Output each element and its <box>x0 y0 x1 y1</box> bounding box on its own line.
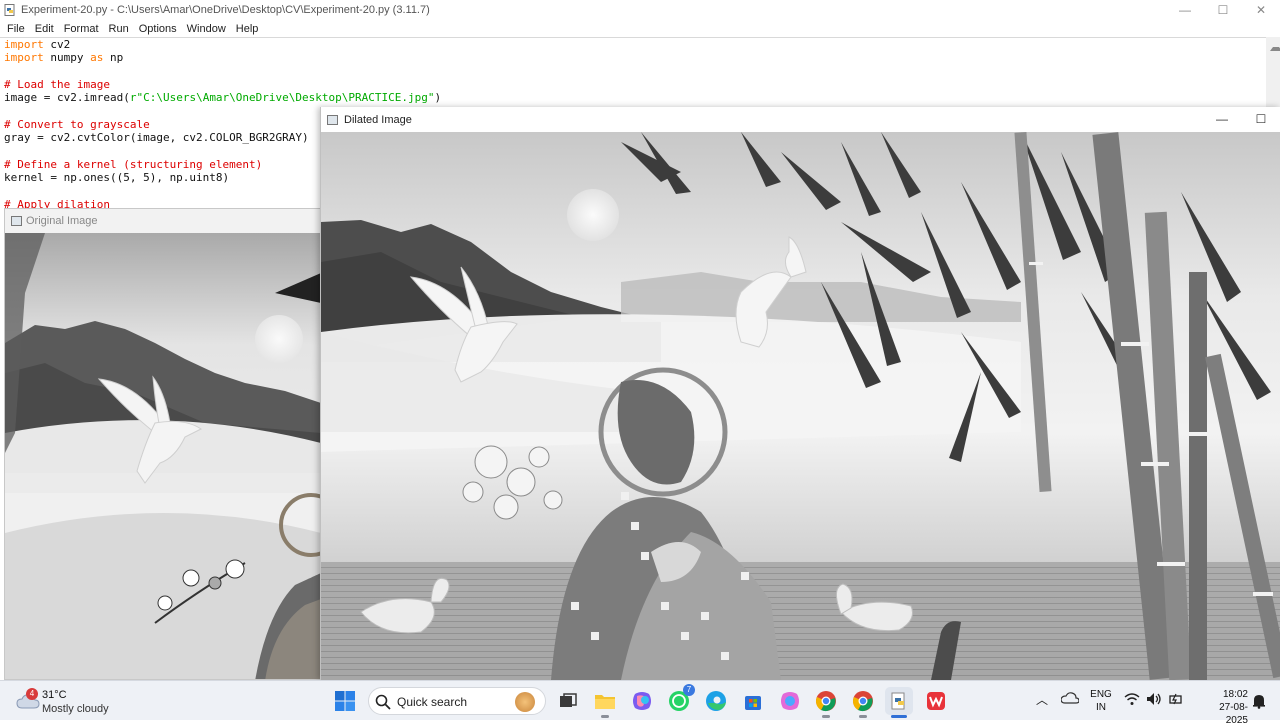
idle-titlebar: Experiment-20.py - C:\Users\Amar\OneDriv… <box>0 0 1280 20</box>
minimize-button[interactable]: — <box>1166 0 1204 20</box>
menu-help[interactable]: Help <box>231 23 264 35</box>
clock-time: 18:02 <box>1222 689 1248 700</box>
code-line: gray = cv2.cvtColor(image, cv2.COLOR_BGR… <box>4 131 309 144</box>
wps-icon <box>927 692 945 710</box>
taskbar: 4 31°C Mostly cloudy Quick search 7 ︿ EN… <box>0 680 1280 726</box>
language-indicator[interactable]: ENG IN <box>1090 688 1112 714</box>
menu-options[interactable]: Options <box>134 23 182 35</box>
tray-overflow-chevron-icon[interactable]: ︿ <box>1036 691 1048 708</box>
volume-icon <box>1147 693 1161 705</box>
menu-format[interactable]: Format <box>59 23 104 35</box>
window-icon <box>327 114 338 125</box>
code-comment: # Convert to grayscale <box>4 118 150 131</box>
clock-date: 27-08-2025 <box>1219 702 1248 726</box>
taskbar-chrome-2[interactable] <box>849 687 877 718</box>
original-image-window[interactable]: Original Image <box>4 208 322 680</box>
folder-icon <box>595 695 615 709</box>
original-image-canvas <box>5 233 321 679</box>
original-image-title: Original Image <box>26 215 98 227</box>
dilated-image-window[interactable]: Dilated Image — ☐ <box>320 107 1280 680</box>
taskbar-edge[interactable] <box>702 687 730 715</box>
code-line: kernel = np.ones((5, 5), np.uint8) <box>4 171 230 184</box>
maximize-button[interactable]: ☐ <box>1242 107 1280 132</box>
menu-window[interactable]: Window <box>182 23 231 35</box>
weather-widget[interactable]: 4 31°C Mostly cloudy <box>14 686 134 716</box>
search-icon <box>375 694 391 710</box>
clock[interactable]: 18:02 27-08-2025 <box>1200 688 1248 727</box>
code-line: import numpy as np <box>4 51 124 64</box>
task-view-button[interactable] <box>554 687 582 715</box>
windows-start-icon[interactable] <box>333 689 357 713</box>
dilated-image-title: Dilated Image <box>344 113 412 126</box>
edge-icon <box>706 691 726 711</box>
search-placeholder: Quick search <box>397 695 468 709</box>
copilot-icon <box>633 692 651 710</box>
taskbar-whatsapp[interactable]: 7 <box>665 684 695 715</box>
search-highlight-icon <box>515 692 535 712</box>
chrome-icon <box>816 691 836 712</box>
code-comment: # Load the image <box>4 78 110 91</box>
whatsapp-badge: 7 <box>683 684 695 696</box>
weather-badge: 4 <box>26 688 38 700</box>
editor-scrollbar[interactable] <box>1266 37 1280 107</box>
dilated-image-titlebar[interactable]: Dilated Image — ☐ <box>321 107 1280 132</box>
taskbar-copilot-pro[interactable] <box>776 687 804 715</box>
system-tray[interactable] <box>1124 692 1184 706</box>
notification-bell-icon[interactable] <box>1252 693 1266 709</box>
task-view-icon <box>560 693 577 707</box>
menu-run[interactable]: Run <box>104 23 134 35</box>
taskbar-copilot[interactable] <box>628 687 656 715</box>
weather-temp: 31°C <box>42 689 67 701</box>
code-comment: # Define a kernel (structuring element) <box>4 158 263 171</box>
window-icon <box>11 216 22 226</box>
code-line: image = cv2.imread(r"C:\Users\Amar\OneDr… <box>4 91 442 104</box>
minimize-button[interactable]: — <box>1203 107 1241 132</box>
close-button[interactable]: ✕ <box>1242 0 1280 20</box>
search-input[interactable]: Quick search <box>368 687 546 715</box>
menu-edit[interactable]: Edit <box>30 23 59 35</box>
chrome-icon <box>853 691 873 712</box>
sun-shape <box>567 189 619 241</box>
taskbar-wps-office[interactable] <box>922 687 950 715</box>
python-idle-icon <box>891 692 905 710</box>
code-line: import cv2 <box>4 38 71 51</box>
copilot-pro-icon <box>781 692 799 710</box>
window-title: Experiment-20.py - C:\Users\Amar\OneDriv… <box>21 4 430 16</box>
maximize-button[interactable]: ☐ <box>1204 0 1242 20</box>
sun-shape <box>255 315 303 363</box>
taskbar-python-idle[interactable] <box>885 687 913 718</box>
weather-condition: Mostly cloudy <box>42 703 109 715</box>
original-image-titlebar[interactable]: Original Image <box>5 209 321 233</box>
onedrive-icon[interactable] <box>1061 691 1079 705</box>
taskbar-file-explorer[interactable] <box>591 687 619 718</box>
water-shape <box>321 562 1280 680</box>
wifi-icon <box>1124 693 1140 705</box>
taskbar-store[interactable] <box>739 687 767 715</box>
menu-file[interactable]: File <box>2 23 30 35</box>
battery-charging-icon <box>1169 693 1182 705</box>
python-file-icon <box>4 4 15 16</box>
dilated-image-canvas <box>321 132 1280 680</box>
menu-bar: File Edit Format Run Options Window Help <box>0 20 1280 37</box>
store-icon <box>745 696 761 710</box>
taskbar-chrome-1[interactable] <box>812 687 840 718</box>
